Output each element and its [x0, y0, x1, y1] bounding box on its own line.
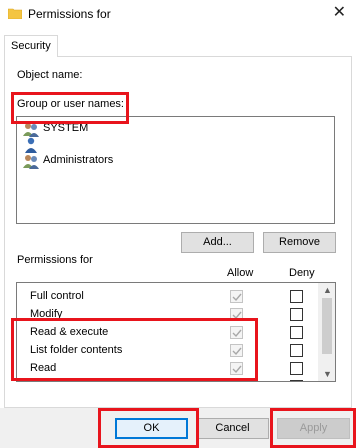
close-icon[interactable]: ✕ — [333, 5, 346, 21]
deny-checkbox[interactable] — [290, 344, 303, 357]
check-icon — [232, 293, 242, 302]
allow-checkbox[interactable] — [230, 308, 243, 321]
permission-row-full-control: Full control — [17, 287, 317, 305]
tab-security[interactable]: Security — [4, 35, 58, 57]
title-bar: Permissions for ✕ — [0, 0, 356, 30]
user-icon — [25, 137, 37, 153]
window-title: Permissions for — [28, 7, 111, 21]
tab-security-label: Security — [11, 40, 51, 52]
permission-name: Read & execute — [30, 326, 109, 338]
remove-button[interactable]: Remove — [263, 232, 336, 253]
apply-button[interactable]: Apply — [277, 418, 350, 439]
allow-checkbox[interactable] — [230, 380, 243, 381]
check-icon — [232, 365, 242, 374]
permissions-for-label: Permissions for — [17, 254, 93, 266]
deny-checkbox[interactable] — [290, 362, 303, 375]
permission-row-read: Read — [17, 359, 317, 377]
ok-button[interactable]: OK — [115, 418, 188, 439]
scroll-down-icon[interactable]: ▼ — [323, 369, 332, 379]
allow-column-header: Allow — [227, 267, 254, 279]
permission-name: Modify — [30, 308, 63, 320]
check-icon — [232, 347, 242, 356]
deny-checkbox[interactable] — [290, 326, 303, 339]
permission-row-read-execute: Read & execute — [17, 323, 317, 341]
group-users-icon — [23, 155, 39, 169]
user-name: SYSTEM — [43, 122, 89, 134]
add-button[interactable]: Add... — [181, 232, 254, 253]
cancel-button[interactable]: Cancel — [196, 418, 269, 439]
permission-name: List folder contents — [30, 344, 123, 356]
scrollbar-thumb[interactable] — [322, 298, 332, 354]
permissions-scrollbar[interactable]: ▲ ▼ — [318, 283, 335, 381]
permission-row-modify: Modify — [17, 305, 317, 323]
scroll-up-icon[interactable]: ▲ — [323, 285, 332, 295]
permission-name: Full control — [30, 290, 84, 302]
check-icon — [232, 329, 242, 338]
deny-column-header: Deny — [289, 267, 315, 279]
permission-name: Read — [30, 362, 57, 374]
permission-row-list-folder-contents: List folder contents — [17, 341, 317, 359]
group-users-icon — [23, 123, 39, 137]
deny-checkbox[interactable] — [290, 308, 303, 321]
folder-icon — [8, 8, 22, 19]
users-list[interactable]: SYSTEM Administrators — [16, 116, 335, 224]
object-name-label: Object name: — [17, 69, 83, 81]
permission-row-write — [17, 377, 317, 381]
allow-checkbox[interactable] — [230, 362, 243, 375]
allow-checkbox[interactable] — [230, 326, 243, 339]
allow-checkbox[interactable] — [230, 290, 243, 303]
allow-checkbox[interactable] — [230, 344, 243, 357]
permissions-list[interactable]: Full control Modify Read & execute List … — [16, 282, 336, 382]
deny-checkbox[interactable] — [290, 290, 303, 303]
deny-checkbox[interactable] — [290, 380, 303, 381]
user-name: Administrators — [43, 154, 114, 166]
group-user-names-label: Group or user names: — [17, 98, 124, 110]
check-icon — [232, 311, 242, 320]
